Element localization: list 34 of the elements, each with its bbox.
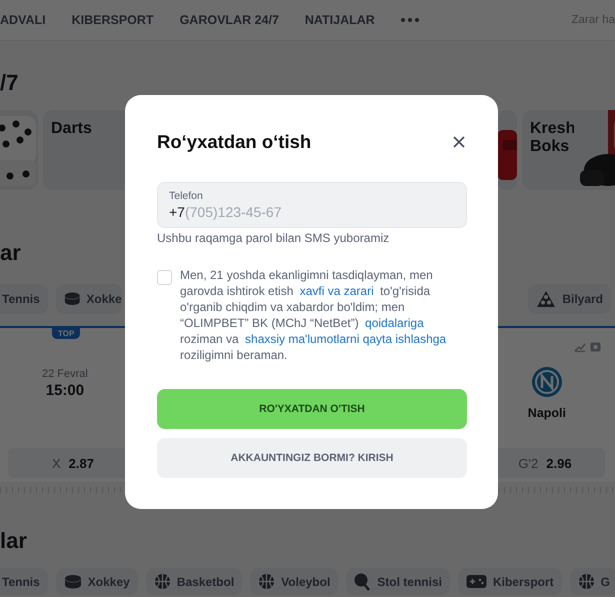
match-date: 22 Fevral: [42, 368, 88, 380]
team-name: Napoli: [528, 406, 566, 420]
section-title: lar: [0, 528, 28, 554]
sport-chip[interactable]: G: [570, 568, 615, 595]
sport-chip[interactable]: Xokkey: [56, 568, 138, 595]
match-time: 15:00: [46, 382, 84, 399]
consent-link[interactable]: qoidalariga: [362, 316, 427, 330]
login-button[interactable]: AKKAUNTINGIZ BORMI? KIRISH: [157, 438, 467, 478]
sport-chip[interactable]: Kibersport: [458, 568, 562, 595]
sport-chip[interactable]: Bilyard: [528, 284, 611, 314]
phone-prefix: +7: [169, 204, 185, 220]
sport-chip[interactable]: Basketbol: [146, 568, 242, 595]
phone-input[interactable]: (705)123-45-67: [184, 204, 385, 220]
card-title: Kresh Boks: [529, 119, 576, 157]
sport-chip[interactable]: Tennis: [0, 284, 48, 314]
nav-link[interactable]: GAROVLAR 24/7: [180, 13, 279, 27]
sport-chip[interactable]: Xokke: [56, 284, 122, 314]
consent-link[interactable]: xavfi va zarari: [296, 284, 377, 298]
sport-chip[interactable]: Voleybol: [250, 568, 338, 595]
sport-card[interactable]: Kresh Boks: [522, 110, 615, 190]
field-label: Telefon: [169, 190, 204, 202]
hint-text: Ushbu raqamga parol bilan SMS yuboramiz: [157, 231, 390, 245]
sport-chip[interactable]: Stol tennisi: [346, 568, 450, 595]
section-title: /7: [0, 70, 20, 96]
consent-link[interactable]: shaxsiy ma'lumotlarni qayta ishlashga: [242, 332, 450, 346]
sport-chip[interactable]: Tennis: [0, 568, 48, 595]
register-button[interactable]: RO'YXATDAN O'TISH: [157, 389, 467, 429]
nav-link[interactable]: ADVALI: [0, 13, 46, 27]
consent-text: Men, 21 yoshda ekanligimni tasdiqlayman, men garovda ishtirok etish xavfi va zarari to'g'risida o'rganib chiqdim va xabardor bo'ldim; men “OLIMPBET” BK (MChJ “NetBet”) qoidalariga roziman va shaxsiy ma'lumotlarni qayta ishlashga roziligimni beraman.: [180, 267, 450, 363]
card-title: Darts: [50, 119, 93, 139]
nav-link[interactable]: NATIJALAR: [304, 13, 375, 27]
dialog-title: Ro‘yxatdan o‘tish: [157, 131, 312, 153]
nav-link[interactable]: KIBERSPORT: [72, 13, 154, 27]
top-badge: TOP: [52, 328, 80, 339]
